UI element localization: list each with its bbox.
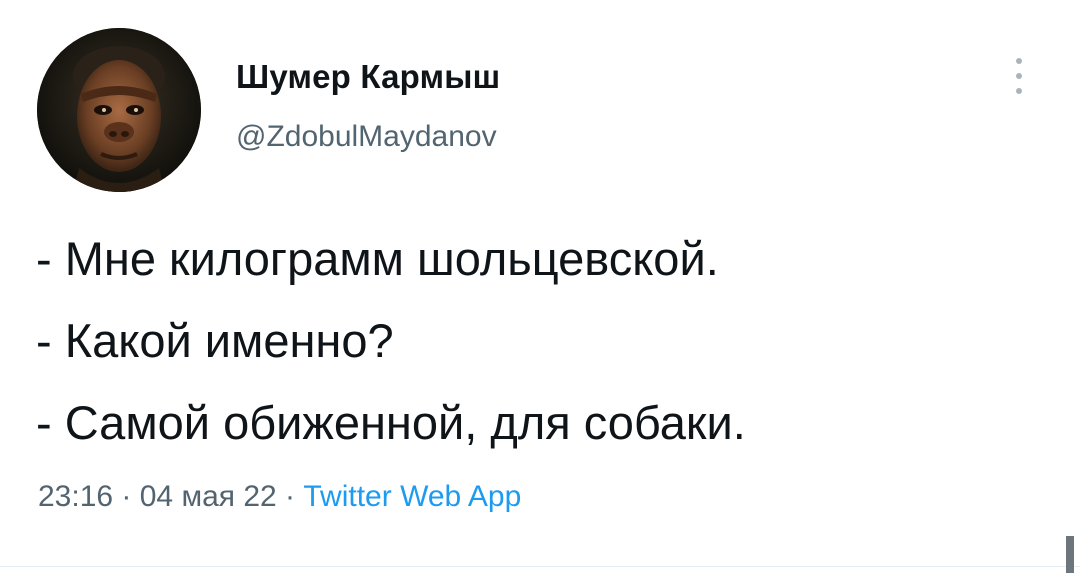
- tweet-text: - Мне килограмм шольцевской. - Какой име…: [36, 218, 1056, 464]
- tweet-card: Шумер Кармыш @ZdobulMaydanov - Мне килог…: [0, 0, 1080, 573]
- more-vertical-icon-dot-1: [1016, 58, 1022, 64]
- author-display-name[interactable]: Шумер Кармыш: [236, 58, 500, 96]
- more-options-button[interactable]: [1002, 52, 1036, 100]
- scrollbar-thumb[interactable]: [1066, 536, 1074, 573]
- tweet-date[interactable]: 04 мая 22: [140, 480, 277, 513]
- divider: [0, 566, 1080, 567]
- tweet-metadata: 23:16 · 04 мая 22 · Twitter Web App: [38, 480, 521, 514]
- author-avatar[interactable]: [37, 28, 201, 192]
- tweet-source-link[interactable]: Twitter Web App: [303, 480, 521, 513]
- meta-separator: ·: [276, 480, 304, 513]
- tweet-line: - Какой именно?: [36, 314, 394, 367]
- hominid-portrait-avatar-icon: [37, 28, 201, 192]
- meta-separator: ·: [113, 480, 140, 513]
- tweet-time[interactable]: 23:16: [38, 480, 113, 513]
- more-vertical-icon-dot-2: [1016, 73, 1022, 79]
- tweet-line: - Самой обиженной, для собаки.: [36, 396, 746, 449]
- author-handle[interactable]: @ZdobulMaydanov: [236, 120, 497, 154]
- more-vertical-icon-dot-3: [1016, 88, 1022, 94]
- tweet-line: - Мне килограмм шольцевской.: [36, 232, 719, 285]
